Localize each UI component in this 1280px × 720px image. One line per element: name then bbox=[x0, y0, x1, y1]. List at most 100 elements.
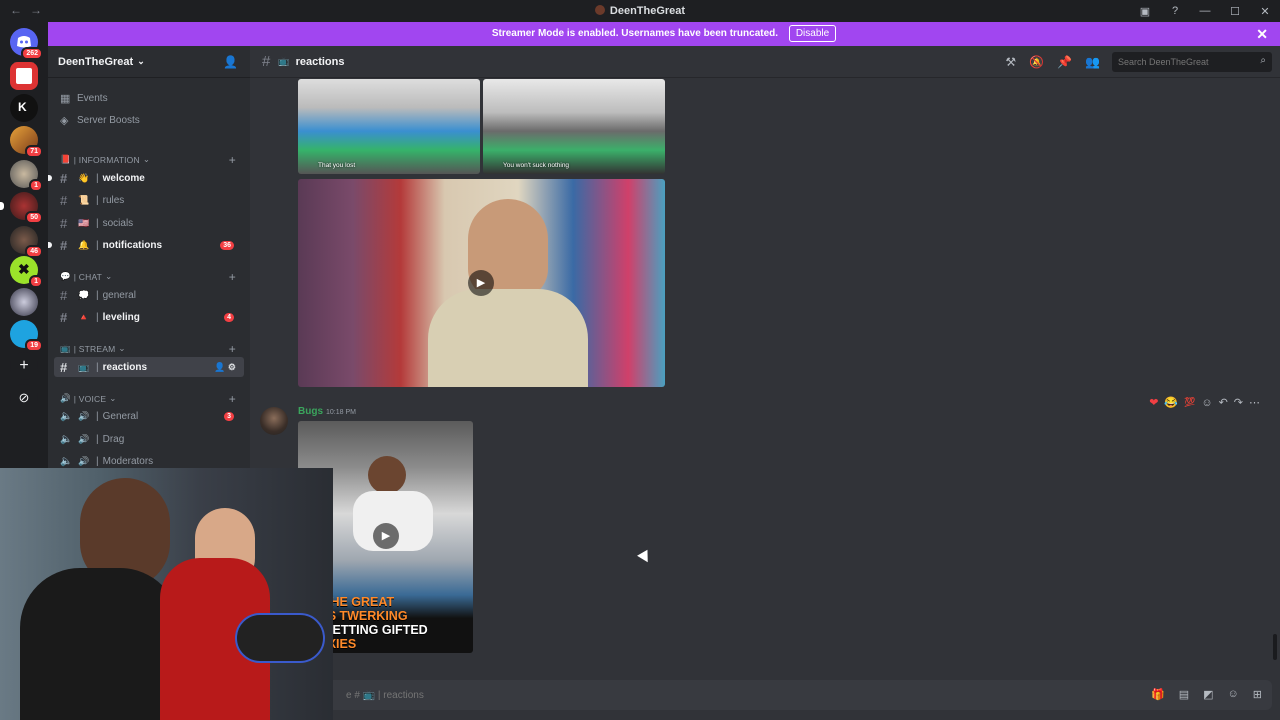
help-icon[interactable]: ? bbox=[1160, 5, 1190, 17]
unread-badge: 19 bbox=[25, 339, 43, 352]
apps-icon[interactable]: ⊞ bbox=[1253, 688, 1262, 701]
speaker-icon: 🔈 bbox=[60, 410, 73, 422]
channel-socials[interactable]: # 🇺🇸 | socials bbox=[54, 213, 244, 233]
channel-name: leveling bbox=[102, 311, 140, 323]
boost-icon: ◈ bbox=[60, 115, 69, 127]
server-icon[interactable]: ✖ 1 bbox=[10, 256, 43, 288]
calendar-icon: ▦ bbox=[60, 93, 71, 105]
add-channel-icon[interactable]: + bbox=[229, 153, 236, 167]
emoji-icon[interactable]: ☺ bbox=[1228, 688, 1239, 701]
speaker-emoji-icon: 🔊 bbox=[78, 410, 90, 421]
forward-icon[interactable]: ↷ bbox=[1234, 396, 1243, 409]
channel-general[interactable]: # 💭 | general bbox=[54, 285, 244, 305]
avatar[interactable] bbox=[260, 407, 288, 435]
add-channel-icon[interactable]: + bbox=[229, 342, 236, 356]
voice-channel-drag[interactable]: 🔈 🔊 | Drag bbox=[54, 429, 244, 449]
channel-prefix: | bbox=[96, 217, 99, 229]
category-label: | STREAM bbox=[73, 343, 116, 354]
channel-prefix: | bbox=[96, 289, 99, 301]
voice-channel-general[interactable]: 🔈 🔊 | General 3 bbox=[54, 406, 244, 426]
threads-icon[interactable]: ⚒ bbox=[1005, 55, 1016, 69]
gif-icon[interactable]: ▤ bbox=[1179, 688, 1189, 701]
server-icon[interactable]: 1 bbox=[10, 160, 43, 192]
hundred-reaction-icon[interactable]: 💯 bbox=[1184, 397, 1195, 408]
more-icon[interactable]: ⋯ bbox=[1249, 396, 1260, 409]
unread-badge: 1 bbox=[29, 275, 43, 288]
search-input[interactable] bbox=[1112, 52, 1272, 72]
pin-icon[interactable]: 📌 bbox=[1057, 55, 1072, 69]
server-icon[interactable]: 71 bbox=[10, 126, 43, 158]
server-icon[interactable] bbox=[10, 288, 38, 316]
image-attachment[interactable]: That you lost bbox=[298, 79, 480, 174]
speaker-emoji-icon: 🔊 bbox=[78, 455, 90, 466]
invite-icon[interactable]: 👤 bbox=[223, 55, 238, 69]
belt-object bbox=[235, 613, 325, 663]
channel-leveling[interactable]: # 🔺 | leveling 4 bbox=[54, 307, 244, 327]
member-list-icon[interactable]: 👥 bbox=[1085, 55, 1100, 69]
hash-icon: # bbox=[60, 192, 68, 208]
channel-name: welcome bbox=[102, 172, 145, 184]
message-input[interactable] bbox=[346, 680, 946, 710]
hash-icon: # bbox=[60, 309, 68, 325]
channel-welcome[interactable]: # 👋 | welcome bbox=[48, 168, 244, 188]
laugh-reaction-icon[interactable]: 😂 bbox=[1164, 396, 1178, 409]
video-attachment[interactable]: ▶ bbox=[298, 179, 665, 387]
server-header[interactable]: DeenTheGreat ⌄ 👤 bbox=[48, 46, 250, 78]
server-boosts-item[interactable]: ◈ Server Boosts bbox=[60, 114, 140, 127]
maximize-button[interactable]: ☐ bbox=[1220, 5, 1250, 18]
channel-name: notifications bbox=[102, 239, 163, 251]
minimize-button[interactable]: — bbox=[1190, 5, 1220, 17]
discover-icon[interactable]: ⊘ bbox=[10, 384, 38, 412]
server-boosts-label: Server Boosts bbox=[77, 115, 140, 126]
unread-badge: 71 bbox=[25, 145, 43, 158]
play-icon[interactable]: ▶ bbox=[468, 270, 494, 296]
server-icon[interactable] bbox=[10, 62, 38, 90]
channel-title: reactions bbox=[295, 55, 345, 68]
close-banner-icon[interactable]: ✕ bbox=[1256, 22, 1268, 46]
gear-icon[interactable]: ⚙ bbox=[228, 362, 236, 372]
close-window-button[interactable]: ✕ bbox=[1250, 5, 1280, 18]
reply-icon[interactable]: ↶ bbox=[1219, 396, 1228, 409]
window-title: DeenTheGreat bbox=[0, 5, 1280, 17]
hash-icon: # bbox=[60, 215, 68, 231]
channel-rules[interactable]: # 📜 | rules bbox=[54, 190, 244, 210]
add-channel-icon[interactable]: + bbox=[229, 392, 236, 406]
channel-notifications[interactable]: # 🔔 | notifications 36 bbox=[48, 235, 244, 255]
inbox-icon[interactable]: ▣ bbox=[1130, 5, 1160, 18]
channel-name: reactions bbox=[102, 361, 148, 373]
mention-badge: 36 bbox=[220, 240, 234, 250]
server-icon[interactable]: 46 bbox=[10, 226, 43, 258]
channel-name: general bbox=[102, 289, 136, 301]
message-actions: ❤ 😂 💯 ☺ ↶ ↷ ⋯ bbox=[1149, 396, 1260, 410]
unread-badge: 50 bbox=[25, 211, 43, 224]
gift-icon[interactable]: 🎁 bbox=[1151, 688, 1165, 701]
channel-reactions[interactable]: # 📺 | reactions 👤 ⚙ bbox=[54, 357, 244, 377]
mute-bell-icon[interactable]: 🔕 bbox=[1029, 55, 1044, 69]
add-channel-icon[interactable]: + bbox=[229, 270, 236, 284]
sticker-icon[interactable]: ◩ bbox=[1203, 688, 1213, 701]
server-icon[interactable]: 50 bbox=[0, 192, 43, 224]
server-icon[interactable]: 19 bbox=[10, 320, 43, 352]
direct-messages-icon[interactable]: 262 bbox=[10, 28, 43, 60]
category-chat[interactable]: 💬 | CHAT ⌄ + bbox=[60, 270, 240, 284]
image-attachment[interactable]: You won't suck nothing bbox=[483, 79, 665, 174]
invite-icon[interactable]: 👤 bbox=[214, 362, 225, 372]
add-reaction-icon[interactable]: ☺ bbox=[1201, 397, 1212, 409]
scrollbar[interactable] bbox=[1273, 634, 1277, 660]
category-stream[interactable]: 📺 | STREAM ⌄ + bbox=[60, 342, 240, 356]
disable-button[interactable]: Disable bbox=[788, 25, 837, 42]
speaker-emoji-icon: 🔊 bbox=[78, 433, 90, 444]
events-item[interactable]: ▦ Events bbox=[60, 92, 108, 105]
category-voice[interactable]: 🔊 | VOICE ⌄ + bbox=[60, 392, 240, 406]
channel-name: rules bbox=[102, 194, 125, 206]
heart-reaction-icon[interactable]: ❤ bbox=[1149, 396, 1158, 409]
channel-prefix: | bbox=[96, 239, 99, 251]
play-icon[interactable]: ▶ bbox=[373, 523, 399, 549]
speaker-icon: 🔈 bbox=[60, 433, 73, 445]
channel-prefix: | bbox=[96, 194, 99, 206]
message-author[interactable]: Bugs bbox=[298, 406, 323, 417]
add-server-icon[interactable]: + bbox=[10, 352, 38, 380]
server-icon[interactable]: K bbox=[10, 94, 38, 122]
channel-prefix: | bbox=[96, 311, 99, 323]
category-information[interactable]: 📕 | INFORMATION ⌄ + bbox=[60, 153, 240, 167]
